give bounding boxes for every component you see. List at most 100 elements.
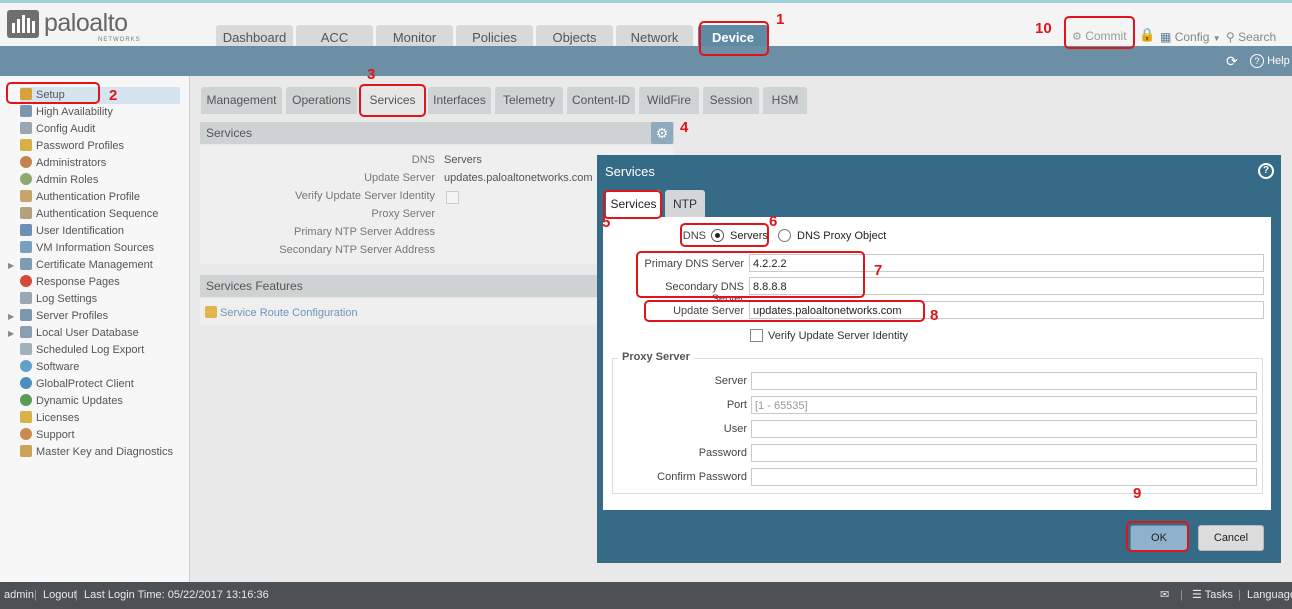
search-icon: ⚲ (1226, 30, 1235, 44)
sidebar-item-label: Response Pages (36, 276, 120, 288)
verify-identity-checkbox[interactable] (750, 329, 763, 342)
lock-icon[interactable]: 🔒 (1139, 27, 1155, 43)
vm-icon (20, 241, 32, 253)
sidebar-item-label: Dynamic Updates (36, 395, 123, 407)
annotation-box-services-tab (359, 84, 426, 117)
help-link[interactable]: ? Help (1250, 54, 1290, 68)
services-panel-title: Services (206, 126, 253, 140)
last-login-time: Last Login Time: 05/22/2017 13:16:36 (84, 589, 269, 601)
sidebar-item-administrators[interactable]: Administrators (20, 155, 106, 172)
dns-proxy-radio[interactable] (778, 229, 791, 242)
subtab-wildfire[interactable]: WildFire (639, 87, 699, 114)
proxy-password-input[interactable] (751, 444, 1257, 462)
config-icon: ▦ (1160, 30, 1172, 44)
sidebar-item-support[interactable]: Support (20, 427, 75, 444)
proxy-user-input[interactable] (751, 420, 1257, 438)
subtab-management[interactable]: Management (201, 87, 282, 114)
master-key-icon (20, 445, 32, 457)
proxy-server-input[interactable] (751, 372, 1257, 390)
logout-link[interactable]: Logout (43, 582, 77, 609)
sidebar-item-password-profiles[interactable]: Password Profiles (20, 138, 124, 155)
sidebar-item-software[interactable]: Software (20, 359, 79, 376)
route-icon (205, 306, 217, 318)
proxy-confirm-password-label: Confirm Password (657, 471, 747, 483)
sidebar-item-config-audit[interactable]: Config Audit (20, 121, 95, 138)
sidebar-item-label: Authentication Profile (36, 191, 140, 203)
sidebar-item-certificate-management[interactable]: ▶ Certificate Management (8, 257, 153, 274)
footer-divider: | (1238, 589, 1241, 601)
footer-divider: | (34, 589, 37, 601)
tasks-button[interactable]: ☰ Tasks (1192, 582, 1233, 609)
dialog-title: Services (605, 164, 655, 179)
config-menu[interactable]: ▦ Config ▼ (1160, 28, 1221, 46)
cancel-button[interactable]: Cancel (1198, 525, 1264, 551)
search-button[interactable]: ⚲ Search (1226, 28, 1276, 46)
subtab-telemetry[interactable]: Telemetry (495, 87, 563, 114)
sidebar-item-local-user-database[interactable]: ▶ Local User Database (8, 325, 139, 342)
proxy-port-label: Port (726, 399, 747, 411)
sidebar-item-response-pages[interactable]: Response Pages (20, 274, 120, 291)
auth-profile-icon (20, 190, 32, 202)
log-icon (20, 292, 32, 304)
mail-icon[interactable]: ✉ (1160, 582, 1169, 609)
proxy-port-input[interactable]: [1 - 65535] (751, 396, 1257, 414)
subtab-content-id[interactable]: Content-ID (567, 87, 635, 114)
annotation-box-services-dialog-tab (603, 190, 662, 219)
config-label: Config (1174, 30, 1210, 44)
sidebar-item-label: VM Information Sources (36, 242, 154, 254)
expand-caret-icon[interactable]: ▶ (8, 257, 14, 274)
annotation-number-4: 4 (680, 119, 689, 136)
services-edit-gear-icon[interactable]: ⚙ (651, 122, 673, 144)
sidebar-item-label: Master Key and Diagnostics (36, 446, 173, 458)
sidebar-item-master-key[interactable]: Master Key and Diagnostics (20, 444, 173, 461)
subtab-hsm[interactable]: HSM (763, 87, 807, 114)
sidebar-item-authentication-profile[interactable]: Authentication Profile (20, 189, 140, 206)
user-icon (20, 156, 32, 168)
export-icon (20, 343, 32, 355)
features-panel-title: Services Features (206, 279, 303, 293)
logo-mark-icon (7, 10, 39, 38)
subtab-interfaces[interactable]: Interfaces (428, 87, 491, 114)
sidebar-item-authentication-sequence[interactable]: Authentication Sequence (20, 206, 158, 223)
sidebar-item-server-profiles[interactable]: ▶ Server Profiles (8, 308, 108, 325)
sidebar-item-scheduled-log-export[interactable]: Scheduled Log Export (20, 342, 144, 359)
servers-icon (20, 105, 32, 117)
language-link[interactable]: Language (1247, 582, 1292, 609)
sidebar-item-log-settings[interactable]: Log Settings (20, 291, 97, 308)
sidebar-item-label: Password Profiles (36, 140, 125, 152)
help-icon: ? (1250, 54, 1264, 68)
sidebar-item-label: Scheduled Log Export (36, 344, 145, 356)
refresh-icon[interactable]: ⟳ (1226, 53, 1238, 70)
annotation-box-setup (6, 82, 100, 104)
primary-ntp-label: Primary NTP Server Address (293, 226, 435, 238)
sidebar-item-licenses[interactable]: Licenses (20, 410, 79, 427)
dns-proxy-option-label: DNS Proxy Object (797, 230, 887, 242)
expand-caret-icon[interactable]: ▶ (8, 325, 14, 342)
sidebar-item-globalprotect-client[interactable]: GlobalProtect Client (20, 376, 134, 393)
tool-strip: ⟳ ? Help (0, 46, 1292, 76)
dialog-tab-ntp[interactable]: NTP (665, 190, 705, 218)
sidebar-item-high-availability[interactable]: High Availability (20, 104, 113, 121)
annotation-number-10: 10 (1035, 20, 1052, 37)
sidebar-item-label: Config Audit (36, 123, 96, 135)
subtab-session[interactable]: Session (703, 87, 759, 114)
annotation-number-6: 6 (769, 213, 778, 230)
dialog-help-icon[interactable]: ? (1258, 163, 1274, 179)
globe-icon (20, 377, 32, 389)
update-icon (20, 394, 32, 406)
expand-caret-icon[interactable]: ▶ (8, 308, 14, 325)
tasks-label: Tasks (1204, 589, 1233, 601)
sidebar-item-dynamic-updates[interactable]: Dynamic Updates (20, 393, 123, 410)
annotation-box-commit (1064, 16, 1135, 49)
certificate-icon (20, 258, 32, 270)
subtab-operations[interactable]: Operations (286, 87, 357, 114)
sidebar-item-vm-information-sources[interactable]: VM Information Sources (20, 240, 154, 257)
verify-identity-label: Verify Update Server Identity (294, 190, 435, 202)
sidebar-item-user-identification[interactable]: User Identification (20, 223, 124, 240)
service-route-link[interactable]: Service Route Configuration (205, 306, 358, 319)
sidebar-item-admin-roles[interactable]: Admin Roles (20, 172, 98, 189)
service-route-label: Service Route Configuration (220, 307, 358, 319)
footer-divider: | (75, 589, 78, 601)
proxy-confirm-password-input[interactable] (751, 468, 1257, 486)
document-icon (20, 122, 32, 134)
